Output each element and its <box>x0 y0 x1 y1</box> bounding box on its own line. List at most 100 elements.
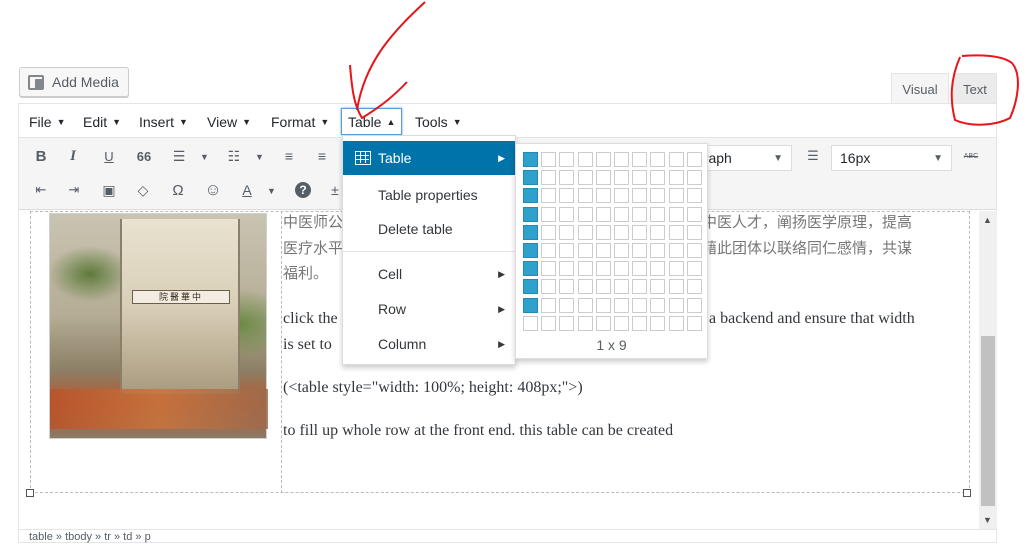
menu-edit[interactable]: Edit ▼ <box>77 108 127 135</box>
scroll-down-icon[interactable]: ▼ <box>983 515 992 525</box>
grid-cell[interactable] <box>614 297 629 313</box>
add-media-button[interactable]: Add Media <box>19 67 129 97</box>
grid-cell[interactable] <box>523 315 538 331</box>
menu-format[interactable]: Format ▼ <box>265 108 335 135</box>
grid-cell[interactable] <box>523 170 538 186</box>
table-menu-item-properties[interactable]: Table properties <box>343 178 515 212</box>
grid-cell[interactable] <box>577 224 593 240</box>
grid-cell[interactable] <box>650 188 666 204</box>
grid-cell[interactable] <box>577 315 593 331</box>
grid-cell[interactable] <box>595 315 611 331</box>
align-left-icon[interactable]: ≡ <box>277 144 301 168</box>
grid-cell[interactable] <box>686 279 702 295</box>
grid-cell[interactable] <box>614 170 629 186</box>
table-grid-picker[interactable]: 1 x 9 <box>515 143 708 359</box>
grid-cell[interactable] <box>541 243 557 258</box>
omega-icon[interactable]: Ω <box>166 178 190 202</box>
grid-cell[interactable] <box>541 279 557 295</box>
table-menu-item-row[interactable]: Row ▶ <box>343 292 515 326</box>
grid-cell[interactable] <box>559 170 575 186</box>
grid-cell[interactable] <box>523 224 538 240</box>
grid-cell[interactable] <box>632 261 648 277</box>
grid-cell[interactable] <box>668 297 684 313</box>
grid-cell[interactable] <box>614 279 629 295</box>
tab-visual[interactable]: Visual <box>891 73 949 104</box>
grid-cell[interactable] <box>650 297 666 313</box>
grid-cell[interactable] <box>541 206 557 222</box>
help-icon[interactable]: ? <box>291 178 315 202</box>
grid-cell[interactable] <box>686 243 702 258</box>
grid-cell[interactable] <box>559 152 575 167</box>
grid-cell[interactable] <box>541 188 557 204</box>
grid-cell[interactable] <box>686 297 702 313</box>
table-menu-item-table[interactable]: Table ▶ <box>343 141 515 175</box>
align-center-icon[interactable]: ≡ <box>310 144 334 168</box>
grid-cell[interactable] <box>686 206 702 222</box>
blockquote-icon[interactable]: 66 <box>132 144 156 168</box>
text-color-icon[interactable]: A <box>235 178 259 202</box>
menu-insert[interactable]: Insert ▼ <box>133 108 194 135</box>
emoticon-icon[interactable]: ☺ <box>201 178 225 202</box>
grid-cell[interactable] <box>650 279 666 295</box>
grid-cell[interactable] <box>577 261 593 277</box>
grid-cell[interactable] <box>632 279 648 295</box>
grid-cell[interactable] <box>650 170 666 186</box>
menu-view[interactable]: View ▼ <box>201 108 257 135</box>
grid-cell[interactable] <box>650 224 666 240</box>
caret-down-icon[interactable]: ▼ <box>267 186 276 196</box>
grid-cell[interactable] <box>632 188 648 204</box>
grid-cell[interactable] <box>686 170 702 186</box>
grid-cell[interactable] <box>577 152 593 167</box>
grid-cell[interactable] <box>614 152 629 167</box>
grid-cell[interactable] <box>668 279 684 295</box>
grid-cell[interactable] <box>559 315 575 331</box>
grid-cell[interactable] <box>595 170 611 186</box>
grid-cell[interactable] <box>595 261 611 277</box>
grid-cell[interactable] <box>559 224 575 240</box>
table-menu-item-cell[interactable]: Cell ▶ <box>343 257 515 291</box>
grid-cell[interactable] <box>577 206 593 222</box>
underline-icon[interactable]: U <box>97 144 121 168</box>
grid-cell[interactable] <box>559 297 575 313</box>
scroll-up-icon[interactable]: ▲ <box>983 215 992 225</box>
grid-cell[interactable] <box>559 188 575 204</box>
grid-cell[interactable] <box>541 297 557 313</box>
grid-cell[interactable] <box>614 224 629 240</box>
clear-formatting-icon[interactable]: ◇ <box>131 178 155 202</box>
bullet-list-icon[interactable]: ☰ <box>167 144 191 168</box>
grid-cell[interactable] <box>686 152 702 167</box>
bold-icon[interactable]: B <box>29 144 53 168</box>
grid-cell[interactable] <box>523 261 538 277</box>
grid-cell[interactable] <box>668 152 684 167</box>
grid-cell[interactable] <box>523 297 538 313</box>
grid-cell[interactable] <box>650 243 666 258</box>
grid-cell[interactable] <box>632 315 648 331</box>
grid-cell[interactable] <box>632 224 648 240</box>
menu-file[interactable]: File ▼ <box>23 108 71 135</box>
grid-cell[interactable] <box>523 243 538 258</box>
grid-cell[interactable] <box>686 188 702 204</box>
outdent-icon[interactable]: ⇤ <box>29 178 53 202</box>
grid-cell[interactable] <box>523 152 538 167</box>
grid-cell[interactable] <box>614 206 629 222</box>
numbered-list-icon[interactable]: ☷ <box>222 144 246 168</box>
grid-cell[interactable] <box>577 170 593 186</box>
grid-cell[interactable] <box>541 152 557 167</box>
grid-cell[interactable] <box>595 206 611 222</box>
grid-cell[interactable] <box>650 152 666 167</box>
grid-cell[interactable] <box>559 261 575 277</box>
italic-icon[interactable]: I <box>61 144 85 168</box>
grid-cell[interactable] <box>577 243 593 258</box>
grid-cell[interactable] <box>668 188 684 204</box>
grid-cell[interactable] <box>595 224 611 240</box>
grid-cell[interactable] <box>614 188 629 204</box>
grid-cell[interactable] <box>632 297 648 313</box>
grid-cell[interactable] <box>541 261 557 277</box>
grid-cell[interactable] <box>614 315 629 331</box>
grid-cell[interactable] <box>650 315 666 331</box>
font-size-select[interactable]: 16px ▼ <box>831 145 952 171</box>
grid-cell[interactable] <box>686 261 702 277</box>
grid-cell[interactable] <box>686 315 702 331</box>
grid-cell[interactable] <box>595 279 611 295</box>
grid-cell[interactable] <box>577 297 593 313</box>
